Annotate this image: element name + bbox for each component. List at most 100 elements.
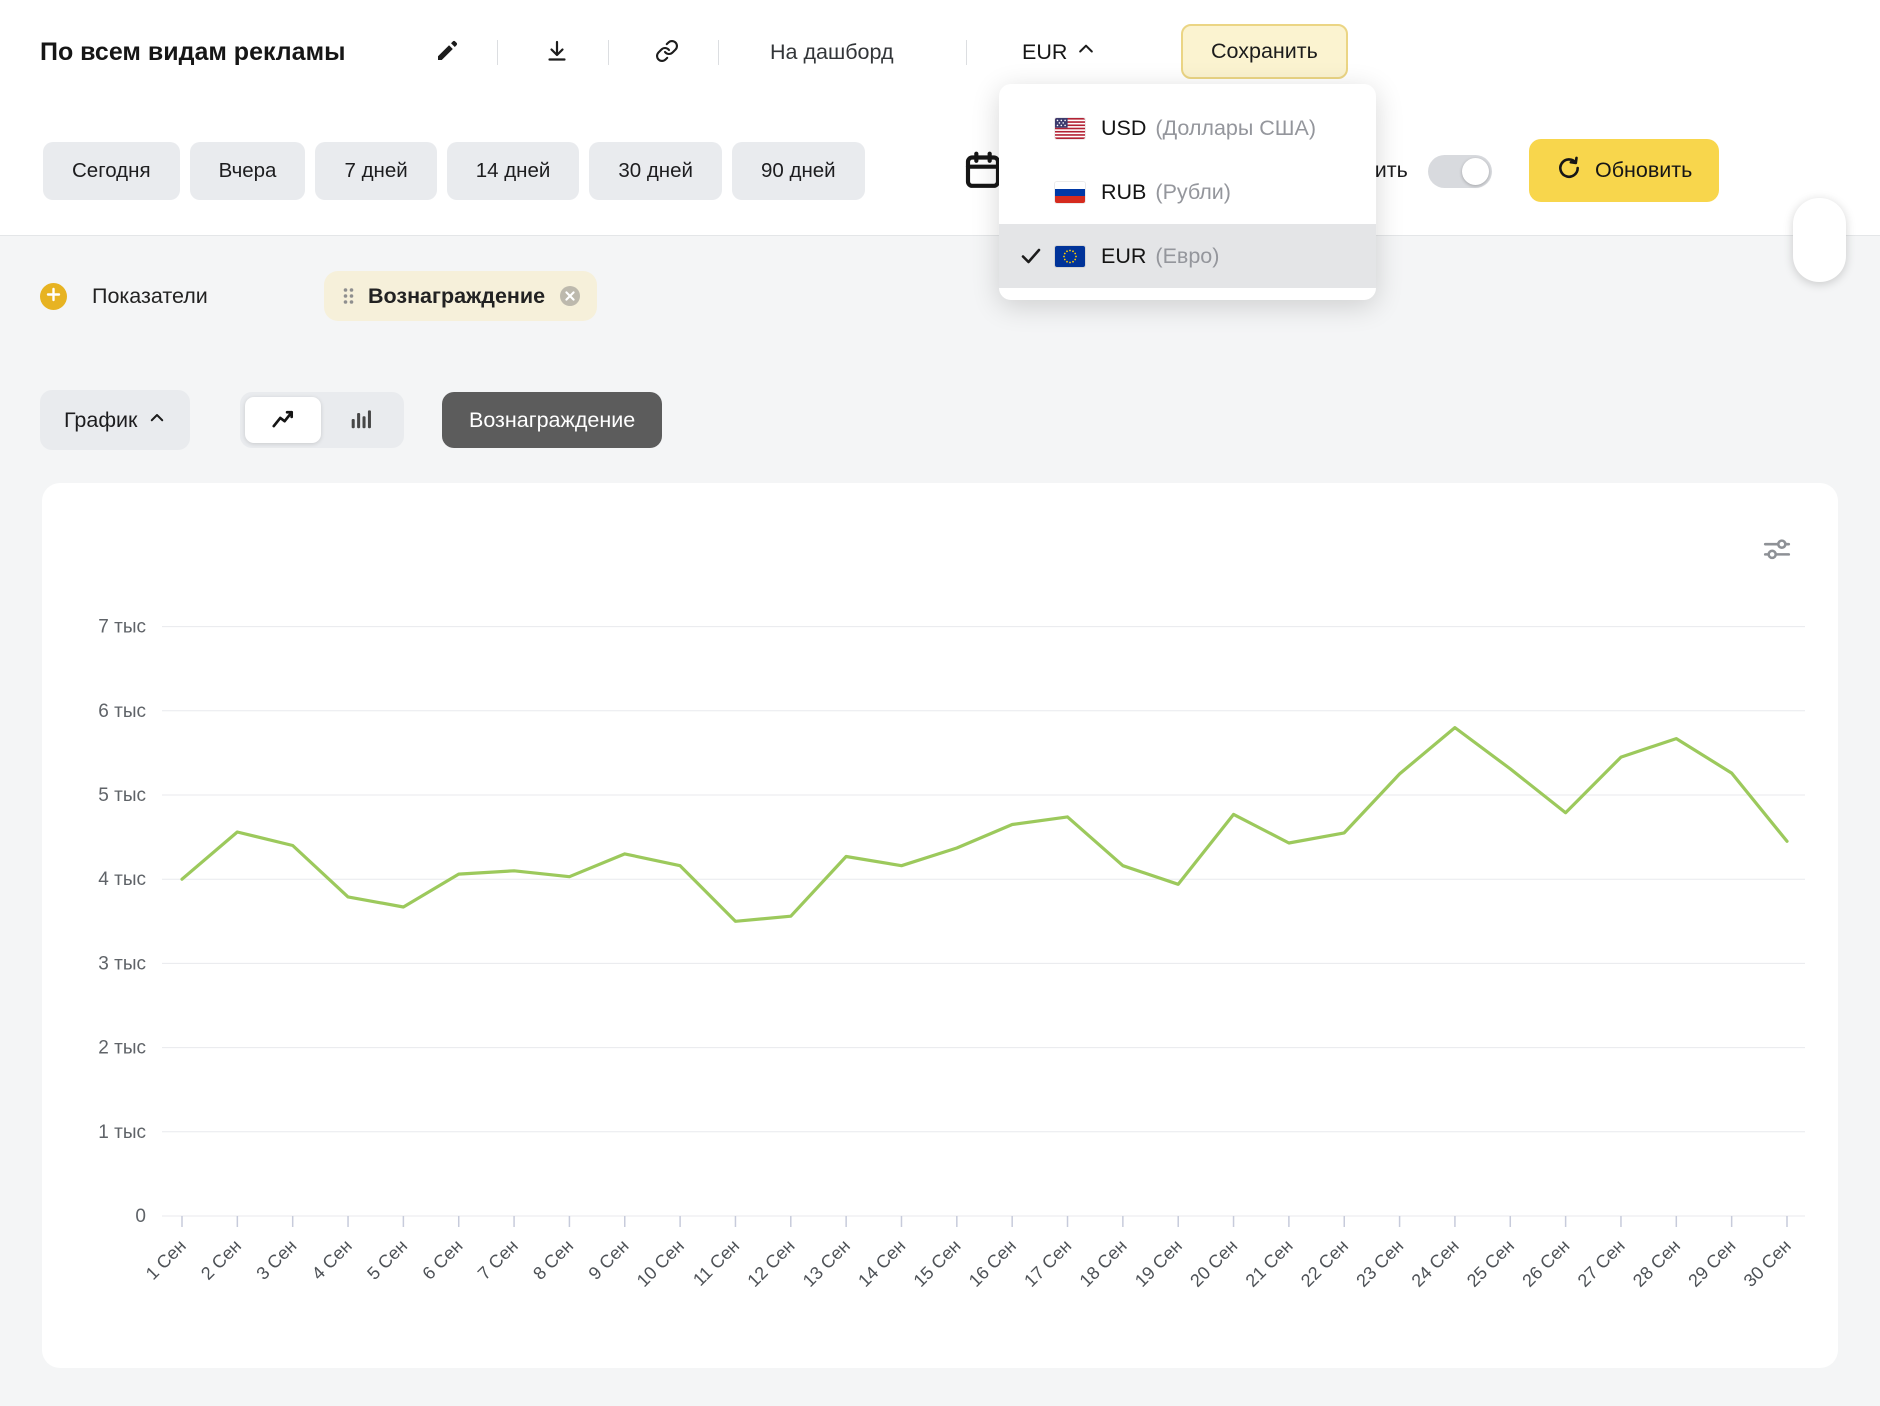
chart-settings-button[interactable] [1760,533,1794,567]
download-icon [545,39,569,66]
plus-icon [46,287,61,307]
bar-chart-tab[interactable] [323,397,399,443]
add-metric-button[interactable] [40,283,67,310]
chevron-up-icon [1076,39,1096,65]
preset-button-30days[interactable]: 30 дней [589,142,722,200]
svg-text:10 Сен: 10 Сен [633,1236,688,1291]
refresh-icon [1556,155,1582,187]
preset-button-today[interactable]: Сегодня [43,142,180,200]
svg-text:20 Сен: 20 Сен [1186,1236,1241,1291]
svg-text:17 Сен: 17 Сен [1020,1236,1075,1291]
svg-text:24 Сен: 24 Сен [1408,1236,1463,1291]
us-flag-icon [1055,118,1085,139]
currency-code: EUR [1022,40,1067,65]
svg-text:5 Сен: 5 Сен [363,1236,411,1284]
date-presets: Сегодня Вчера 7 дней 14 дней 30 дней 90 … [43,142,865,200]
preset-button-14days[interactable]: 14 дней [447,142,580,200]
svg-text:7 Сен: 7 Сен [474,1236,522,1284]
header: По всем видам рекламы На дашборд EUR [0,0,1880,104]
divider [966,40,967,65]
refresh-label: Обновить [1595,158,1692,183]
line-chart-tab[interactable] [245,397,321,443]
page-title: По всем видам рекламы [40,0,345,104]
svg-text:7 тыс: 7 тыс [98,617,146,638]
chart-type-switcher [240,392,404,448]
svg-text:30 Сен: 30 Сен [1740,1236,1795,1291]
share-link-button[interactable] [648,33,686,71]
check-icon [1019,244,1055,268]
svg-text:2 тыс: 2 тыс [98,1038,146,1059]
svg-text:4 тыс: 4 тыс [98,869,146,890]
chart-card: 0 1 тыс 2 тыс 3 тыс 4 тыс 5 тыс 6 тыс 7 тыс 1 Се… [42,483,1838,1368]
svg-text:14 Сен: 14 Сен [854,1236,909,1291]
svg-text:6 тыс: 6 тыс [98,701,146,722]
svg-text:9 Сен: 9 Сен [585,1236,633,1284]
currency-selector[interactable]: EUR [1016,30,1102,74]
graph-collapse-button[interactable]: График [40,390,190,450]
divider [497,40,498,65]
save-button[interactable]: Сохранить [1181,24,1348,79]
graph-label: График [64,408,137,433]
compare-toggle[interactable] [1428,155,1492,188]
currency-option-desc: (Рубли) [1155,180,1231,205]
preset-button-7days[interactable]: 7 дней [315,142,436,200]
metrics-label: Показатели [92,284,208,309]
svg-text:0: 0 [135,1206,146,1227]
preset-button-yesterday[interactable]: Вчера [190,142,306,200]
svg-text:23 Сен: 23 Сен [1352,1236,1407,1291]
svg-text:12 Сен: 12 Сен [743,1236,798,1291]
metric-chip[interactable]: Вознаграждение [324,271,597,321]
remove-metric-button[interactable] [558,284,582,308]
currency-option-rub[interactable]: RUB (Рубли) [999,160,1376,224]
svg-text:13 Сен: 13 Сен [799,1236,854,1291]
svg-text:5 тыс: 5 тыс [98,785,146,806]
svg-text:16 Сен: 16 Сен [965,1236,1020,1291]
svg-text:8 Сен: 8 Сен [529,1236,577,1284]
svg-text:18 Сен: 18 Сен [1076,1236,1131,1291]
svg-text:1 тыс: 1 тыс [98,1122,146,1143]
metric-chip-label: Вознаграждение [368,284,545,309]
currency-menu: USD (Доллары США) RUB (Рубли) EUR (Евро) [999,84,1376,300]
dashboard-link[interactable]: На дашборд [770,0,894,104]
svg-text:3 Сен: 3 Сен [252,1236,300,1284]
drag-handle-icon[interactable] [342,286,355,306]
svg-text:28 Сен: 28 Сен [1629,1236,1684,1291]
toggle-knob [1462,158,1489,185]
svg-text:29 Сен: 29 Сен [1684,1236,1739,1291]
currency-option-code: EUR [1101,244,1146,269]
scrollbar-thumb[interactable] [1793,198,1846,282]
series-toggle-chip[interactable]: Вознаграждение [442,392,662,448]
svg-text:22 Сен: 22 Сен [1297,1236,1352,1291]
svg-text:19 Сен: 19 Сен [1131,1236,1186,1291]
series-chip-label: Вознаграждение [469,408,635,433]
svg-text:3 тыс: 3 тыс [98,953,146,974]
refresh-button[interactable]: Обновить [1529,139,1719,202]
currency-option-eur[interactable]: EUR (Евро) [999,224,1376,288]
divider [718,40,719,65]
currency-option-usd[interactable]: USD (Доллары США) [999,96,1376,160]
currency-option-code: USD [1101,116,1146,141]
svg-text:15 Сен: 15 Сен [910,1236,965,1291]
divider [608,40,609,65]
svg-text:21 Сен: 21 Сен [1242,1236,1297,1291]
download-button[interactable] [538,33,576,71]
svg-text:26 Сен: 26 Сен [1518,1236,1573,1291]
calendar-icon [963,150,1003,193]
svg-text:11 Сен: 11 Сен [689,1236,743,1290]
svg-text:6 Сен: 6 Сен [418,1236,466,1284]
preset-button-90days[interactable]: 90 дней [732,142,865,200]
close-icon [558,284,582,308]
currency-option-desc: (Евро) [1155,244,1219,269]
line-chart-icon [270,406,296,435]
chevron-up-icon [148,408,166,433]
svg-text:1 Сен: 1 Сен [142,1236,190,1284]
svg-text:2 Сен: 2 Сен [197,1236,245,1284]
link-icon [655,39,679,66]
reward-line-chart[interactable]: 0 1 тыс 2 тыс 3 тыс 4 тыс 5 тыс 6 тыс 7 тыс 1 Се… [42,483,1838,1368]
sliders-icon [1762,534,1792,567]
svg-text:4 Сен: 4 Сен [308,1236,356,1284]
ru-flag-icon [1055,182,1085,203]
svg-text:25 Сен: 25 Сен [1463,1236,1518,1291]
edit-button[interactable] [428,33,466,71]
bar-chart-icon [348,406,374,435]
